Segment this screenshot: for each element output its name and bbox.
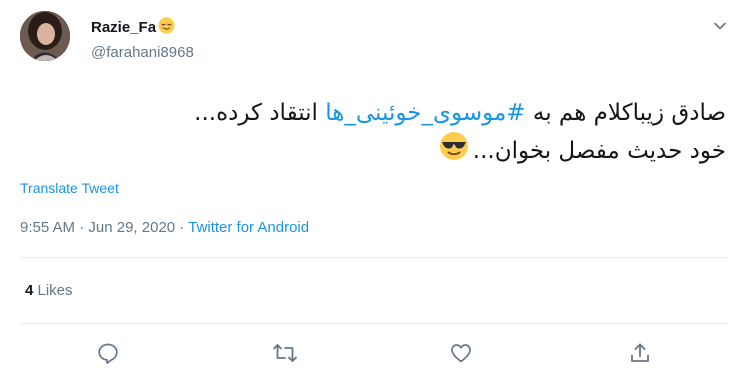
meta-separator: · — [75, 219, 89, 236]
retweet-button[interactable] — [272, 340, 298, 366]
display-name[interactable]: Razie_Fa — [91, 17, 175, 38]
translate-tweet-link[interactable]: Translate Tweet — [20, 180, 119, 196]
likes-stat[interactable]: 4 Likes — [25, 282, 73, 299]
tweet-text-line-2: خود حدیث مفصل بخوان... — [20, 131, 726, 172]
tweet-actions — [0, 340, 748, 368]
smiling-face-with-sunglasses-emoji-icon — [439, 131, 469, 172]
share-icon — [631, 343, 649, 362]
tweet-text-part: صادق زیباکلام هم به — [525, 100, 726, 126]
retweet-icon — [273, 344, 297, 362]
tweet-time[interactable]: 9:55 AM — [20, 219, 75, 236]
tweet-meta: 9:55 AM · Jun 29, 2020 · Twitter for And… — [20, 219, 309, 236]
hashtag-link[interactable]: #موسوی_خوئینی_ها — [325, 100, 525, 126]
chevron-down-icon[interactable] — [713, 19, 727, 33]
divider — [20, 323, 728, 324]
divider — [20, 257, 728, 258]
meta-separator: · — [175, 219, 189, 236]
tweet-text: صادق زیباکلام هم به #موسوی_خوئینی_ها انت… — [20, 95, 726, 172]
relieved-face-emoji-icon — [158, 17, 175, 38]
user-handle[interactable]: @farahani8968 — [91, 44, 194, 61]
heart-icon — [451, 344, 471, 363]
likes-label: Likes — [33, 282, 73, 299]
reply-icon — [98, 343, 118, 364]
display-name-text: Razie_Fa — [91, 19, 157, 36]
tweet-text-part: خود حدیث مفصل بخوان... — [472, 138, 726, 164]
tweet-text-line-1: صادق زیباکلام هم به #موسوی_خوئینی_ها انت… — [20, 95, 726, 131]
tweet-text-part: انتقاد کرده... — [194, 100, 326, 126]
like-button[interactable] — [448, 340, 474, 366]
reply-button[interactable] — [95, 340, 121, 366]
tweet-card: Razie_Fa @farahani8968 صادق زیباکلام هم … — [0, 0, 748, 383]
tweet-date[interactable]: Jun 29, 2020 — [88, 219, 175, 236]
avatar[interactable] — [20, 11, 70, 61]
tweet-source-link[interactable]: Twitter for Android — [188, 219, 309, 236]
share-button[interactable] — [627, 340, 653, 366]
